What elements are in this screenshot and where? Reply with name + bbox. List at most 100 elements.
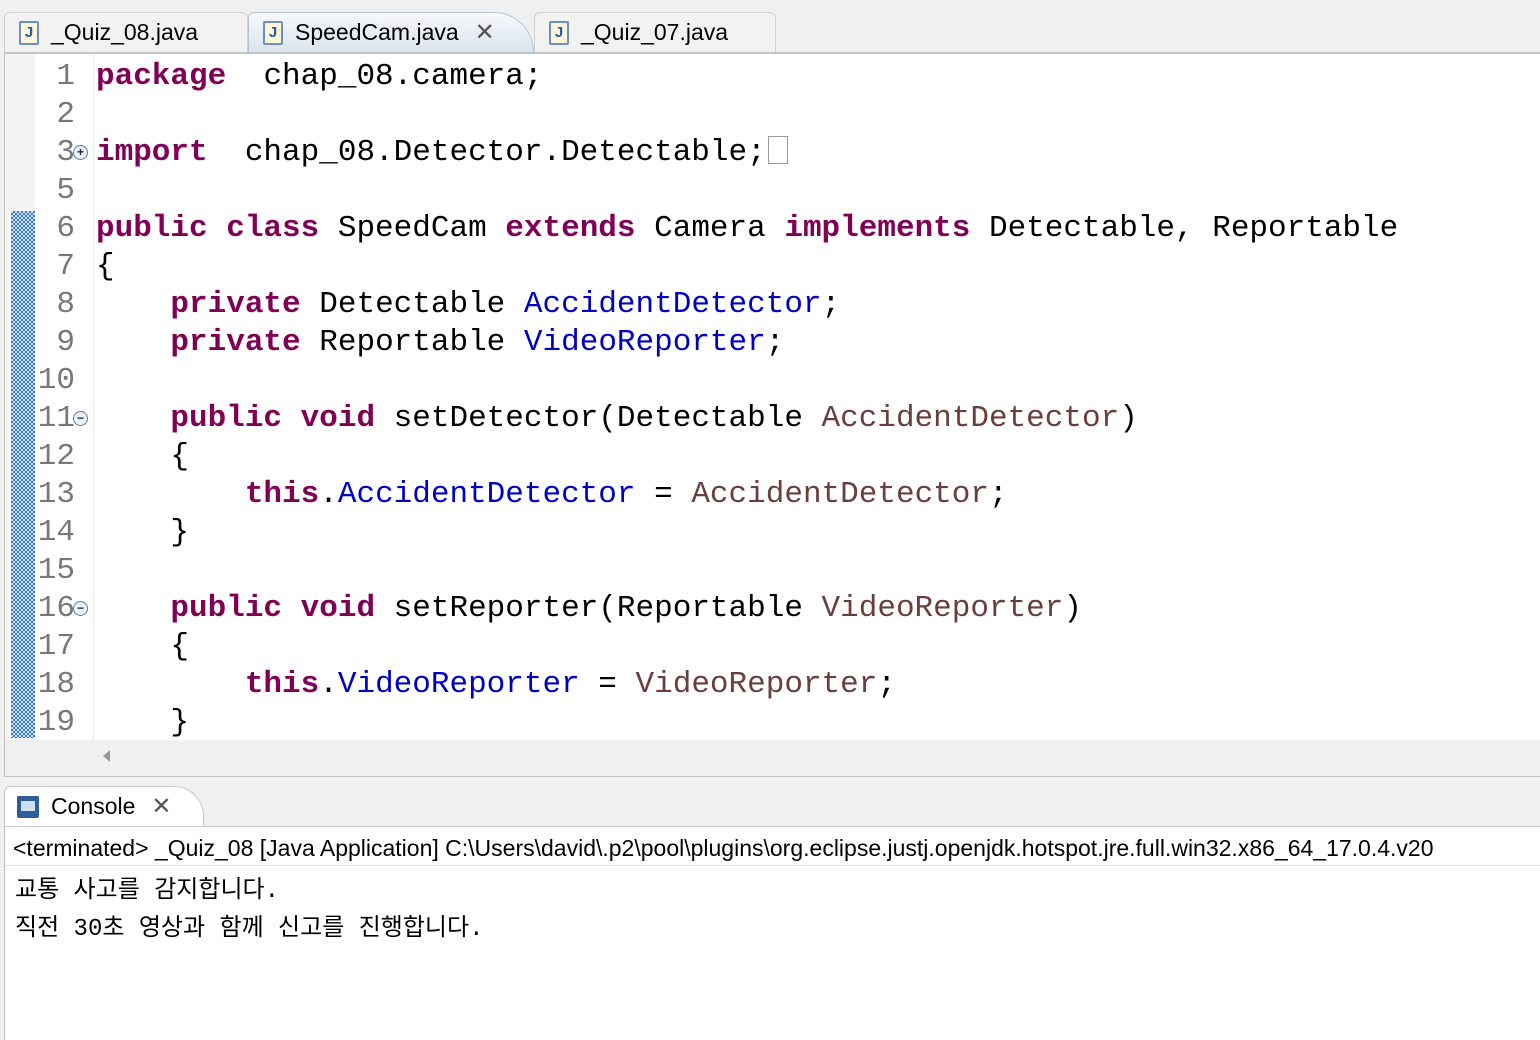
code-line[interactable]: 6 public class SpeedCam extends Camera im… [5,210,1540,248]
keyword-token: this [244,667,320,702]
code-text: } [96,704,189,742]
console-output-line: 직전 30초 영상과 함께 신고를 진행합니다. [15,916,484,943]
code-text: { [96,438,189,476]
code-token: ; [877,667,896,702]
java-file-icon: J [549,20,569,45]
code-line[interactable]: 13 this.AccidentDetector = AccidentDetec… [5,476,1540,514]
horizontal-scrollbar[interactable] [5,740,1540,776]
code-token: . [319,667,338,702]
keyword-token: this [244,477,320,512]
keyword-token: import [96,135,208,170]
line-number: 9 [56,325,75,360]
tab-quiz-07[interactable]: J _Quiz_07.java [534,12,776,52]
close-icon[interactable]: ✕ [151,792,171,821]
code-line[interactable]: 10 [5,362,1540,400]
java-file-icon: J [263,20,283,45]
keyword-token: public void [170,401,376,436]
code-text: this.AccidentDetector = AccidentDetector… [96,476,1008,514]
code-text: { [96,628,189,666]
code-editor[interactable]: 1 package chap_08.camera; 2 3 + import chap_0… [4,53,1540,777]
code-line[interactable]: 3 + import chap_08.Detector.Detectable; [5,134,1540,172]
code-line[interactable]: 16− public void setReporter(Reportable V… [5,590,1540,628]
tab-console[interactable]: Console ✕ [4,786,204,826]
line-number: 10 [37,363,75,398]
line-number: 3 [56,135,75,170]
keyword-token: private [170,287,301,322]
line-number: 16 [37,591,75,626]
code-text: private Reportable VideoReporter; [96,324,784,362]
java-file-icon: J [19,20,39,45]
code-token: } [96,515,190,550]
code-token: { [96,249,115,284]
code-token: SpeedCam [319,211,506,246]
tab-label: _Quiz_08.java [51,19,199,45]
code-line[interactable]: 2 [5,96,1540,134]
code-text: public void setReporter(Reportable Video… [96,590,1082,628]
line-number: 5 [56,173,75,208]
code-line[interactable]: 1 package chap_08.camera; [5,58,1540,96]
tab-quiz-08[interactable]: J _Quiz_08.java [4,12,248,52]
code-line[interactable]: 17 { [5,628,1540,666]
code-token: chap_08.camera; [226,59,543,94]
line-number: 11 [37,401,75,436]
code-token: ; [821,287,841,322]
console-view[interactable]: <terminated> _Quiz_08 [Java Application]… [4,827,1540,1040]
editor-tab-bar: J _Quiz_08.java J SpeedCam.java ✕ J _Qui… [4,12,1540,53]
code-text: public class SpeedCam extends Camera imp… [96,210,1398,248]
code-line[interactable]: 9 private Reportable VideoReporter; [5,324,1540,362]
code-text: } [96,514,189,552]
code-token: ) [1119,401,1138,436]
code-token: setDetector(Detectable [375,401,822,436]
keyword-token: public class [96,211,320,246]
code-token: Detectable [300,287,524,322]
collapse-fold-icon[interactable]: − [73,411,88,426]
code-line[interactable]: 8 private Detectable AccidentDetector; [5,286,1540,324]
expand-fold-icon[interactable]: + [73,145,88,160]
folded-imports-marker[interactable] [767,136,788,164]
line-number: 17 [37,629,75,664]
tab-label: Console [51,793,136,819]
code-token: = [579,667,636,702]
code-line[interactable]: 11− public void setDetector(Detectable A… [5,400,1540,438]
code-line[interactable]: 14 } [5,514,1540,552]
collapse-fold-icon[interactable]: − [73,601,88,616]
code-line[interactable]: 12 { [5,438,1540,476]
code-text: package chap_08.camera; [96,58,543,96]
line-number: 13 [37,477,75,512]
console-status: <terminated> _Quiz_08 [Java Application]… [13,835,1434,861]
code-token: chap_08.Detector.Detectable; [207,135,766,170]
tab-label: _Quiz_07.java [581,19,729,45]
line-number: 12 [37,439,75,474]
code-line[interactable]: 19 } [5,704,1540,742]
keyword-token: public void [170,591,376,626]
code-line[interactable]: 7{ [5,248,1540,286]
code-token: Reportable [300,325,524,360]
code-token: . [319,477,338,512]
code-line[interactable]: 5 [5,172,1540,210]
divider [5,865,1540,866]
console-output-line: 교통 사고를 감지합니다. [15,878,280,905]
parameter-token: VideoReporter [821,591,1064,626]
code-token: ; [988,477,1008,512]
code-text: public void setDetector(Detectable Accid… [96,400,1138,438]
scroll-left-icon[interactable] [103,750,110,762]
code-token: } [96,705,190,740]
line-number: 6 [56,211,75,246]
tab-speedcam[interactable]: J SpeedCam.java ✕ [248,12,534,52]
field-token: VideoReporter [337,667,580,702]
code-line[interactable]: 15 [5,552,1540,590]
code-token: = [635,477,692,512]
close-icon[interactable]: ✕ [475,18,495,47]
code-line[interactable]: 18 this.VideoReporter = VideoReporter; [5,666,1540,704]
code-text: this.VideoReporter = VideoReporter; [96,666,896,704]
parameter-token: AccidentDetector [691,477,989,512]
line-number: 2 [56,97,75,132]
code-token: ; [765,325,785,360]
code-token: setReporter(Reportable [375,591,822,626]
code-token: { [96,629,190,664]
